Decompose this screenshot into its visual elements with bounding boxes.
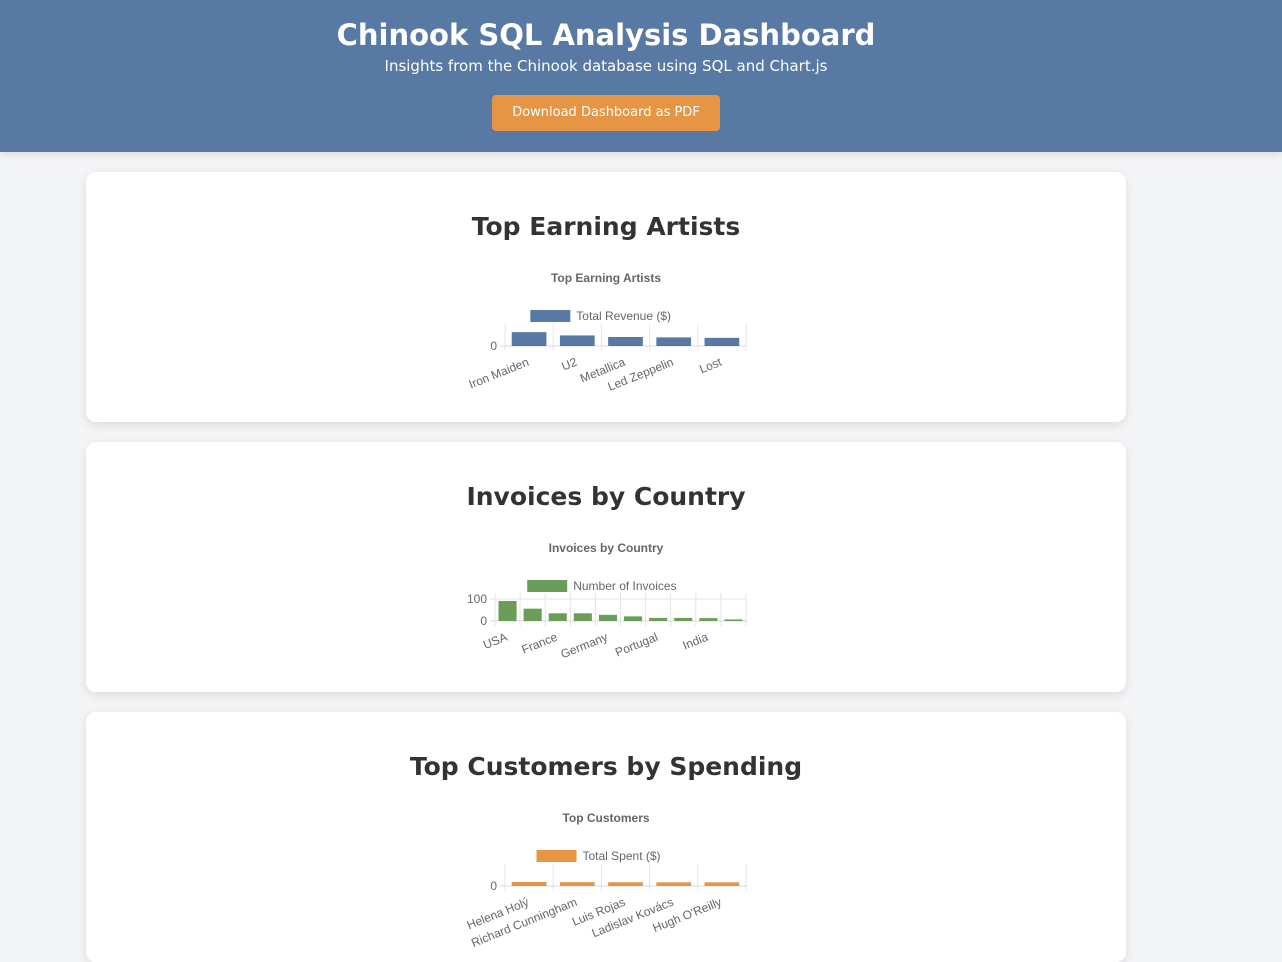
x-tick-label: France: [520, 630, 560, 657]
bar-7[interactable]: [649, 617, 668, 621]
bar-1[interactable]: [498, 600, 517, 621]
y-tick-label: 0: [490, 339, 497, 353]
bar-3[interactable]: [548, 613, 567, 621]
x-tick-label: Lost: [697, 355, 724, 377]
bar-8[interactable]: [674, 617, 693, 621]
bar-5[interactable]: [704, 882, 740, 886]
legend-label[interactable]: Total Revenue ($): [576, 309, 671, 323]
x-tick-label: Germany: [559, 630, 610, 661]
bar-6[interactable]: [624, 616, 643, 621]
x-tick-label: India: [681, 630, 711, 653]
chart-title: Invoices by Country: [549, 541, 664, 555]
page-subtitle: Insights from the Chinook database using…: [384, 57, 828, 75]
bar-3[interactable]: [608, 336, 643, 346]
x-tick-label: Iron Maiden: [467, 355, 531, 392]
artists-card: Top Earning Artists Top Earning Artists T…: [86, 172, 1126, 422]
bar-10[interactable]: [724, 619, 743, 621]
legend-swatch: [530, 310, 571, 322]
bar-2[interactable]: [559, 882, 595, 886]
section-heading-artists: Top Earning Artists: [471, 212, 741, 241]
section-heading-customers: Top Customers by Spending: [409, 752, 803, 781]
customers-card: Top Customers by Spending Top Customers T…: [86, 712, 1126, 962]
x-tick-label: USA: [481, 630, 509, 652]
bar-3[interactable]: [608, 882, 643, 886]
header-inner: Chinook SQL Analysis Dashboard Insights …: [86, 0, 1126, 131]
top-artists-chart: Top Earning Artists Total Revenue ($) 0 Iro…: [467, 271, 747, 394]
y-tick-label: 0: [480, 614, 487, 628]
bar-5[interactable]: [704, 337, 740, 346]
invoices-by-country-chart: Invoices by Country Number of Invoices 100…: [467, 541, 747, 661]
section-heading-countries: Invoices by Country: [466, 482, 746, 511]
y-tick-label: 100: [467, 592, 487, 606]
bar-5[interactable]: [598, 614, 617, 621]
bar-2[interactable]: [523, 608, 542, 621]
x-tick-label: Portugal: [613, 630, 660, 660]
legend-label[interactable]: Number of Invoices: [573, 579, 676, 593]
bar-2[interactable]: [559, 335, 595, 346]
bar-4[interactable]: [656, 882, 692, 886]
bar-9[interactable]: [699, 618, 718, 621]
bar-4[interactable]: [656, 337, 692, 346]
chart-title: Top Customers: [562, 811, 649, 825]
bar-1[interactable]: [511, 882, 547, 886]
x-tick-label: U2: [560, 355, 580, 374]
countries-card: Invoices by Country Invoices by Country N…: [86, 442, 1126, 692]
download-pdf-button[interactable]: Download Dashboard as PDF: [492, 95, 720, 131]
legend-swatch: [536, 850, 577, 862]
bar-1[interactable]: [511, 332, 547, 346]
chart-title: Top Earning Artists: [551, 271, 661, 285]
legend-label[interactable]: Total Spent ($): [583, 849, 661, 863]
bar-4[interactable]: [573, 613, 592, 621]
page-title: Chinook SQL Analysis Dashboard: [336, 18, 876, 52]
legend-swatch: [527, 580, 568, 592]
dashboard-header: Chinook SQL Analysis Dashboard Insights …: [0, 0, 1282, 152]
y-tick-label: 0: [490, 879, 497, 893]
